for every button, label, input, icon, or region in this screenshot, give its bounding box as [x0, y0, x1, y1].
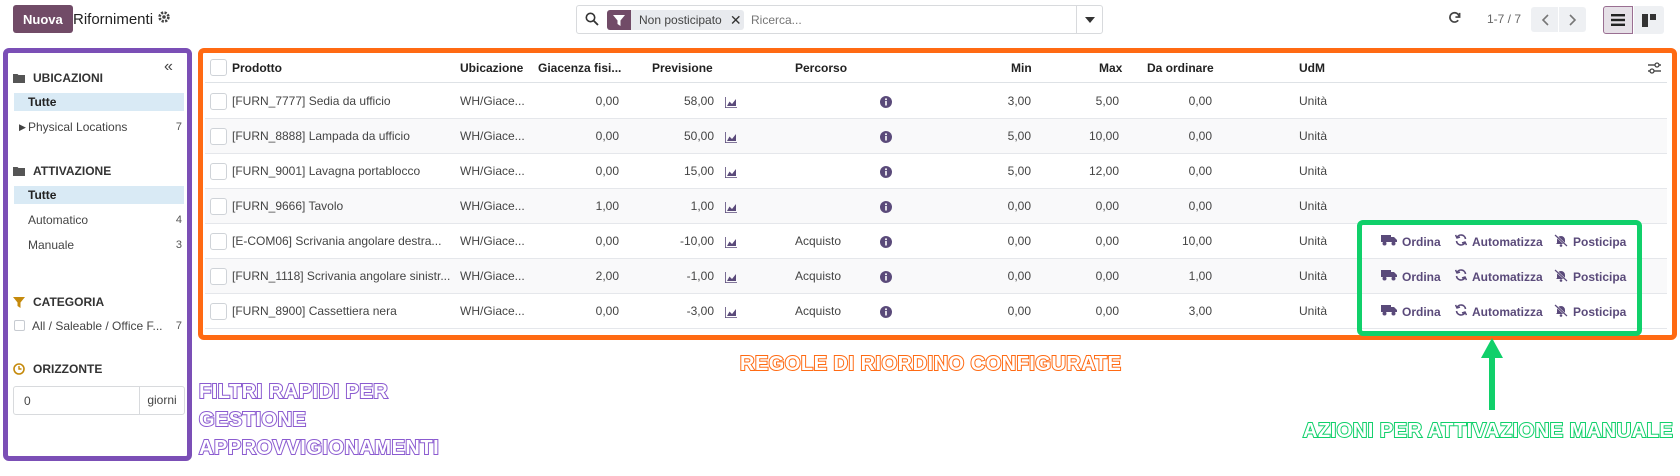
search-facet: Non posticipato ✕ [607, 10, 744, 30]
annotation-rules: REGOLE DI RIORDINO CONFIGURATE [739, 352, 1122, 376]
arrow-up-icon [1481, 338, 1503, 410]
control-panel: Nuova Rifornimenti Non posticipato ✕ 1-7… [0, 0, 1680, 40]
chevron-right-icon[interactable] [1559, 7, 1586, 32]
refresh-icon[interactable] [1448, 11, 1461, 27]
annotation-box-filters [3, 48, 192, 461]
facet-label: Non posticipato [639, 13, 722, 27]
search-bar[interactable]: Non posticipato ✕ [576, 5, 1103, 34]
search-icon [585, 12, 599, 29]
pager-value[interactable]: 1-7 / 7 [1487, 12, 1521, 26]
list-view-icon[interactable] [1603, 6, 1633, 34]
annotation-box-actions [1357, 220, 1642, 336]
gear-icon[interactable] [157, 10, 173, 26]
search-input[interactable] [751, 11, 1071, 29]
kanban-view-icon[interactable] [1634, 6, 1664, 34]
annotation-actions: AZIONI PER ATTIVAZIONE MANUALE [1302, 419, 1674, 443]
close-icon[interactable]: ✕ [728, 10, 744, 30]
caret-down-icon[interactable] [1076, 6, 1102, 33]
page-title: Rifornimenti [73, 11, 154, 28]
new-button[interactable]: Nuova [13, 5, 73, 33]
chevron-left-icon[interactable] [1531, 7, 1558, 32]
filter-icon [607, 10, 631, 30]
annotation-filters: FILTRI RAPIDI PER GESTIONE APPROVVIGIONA… [198, 380, 440, 460]
